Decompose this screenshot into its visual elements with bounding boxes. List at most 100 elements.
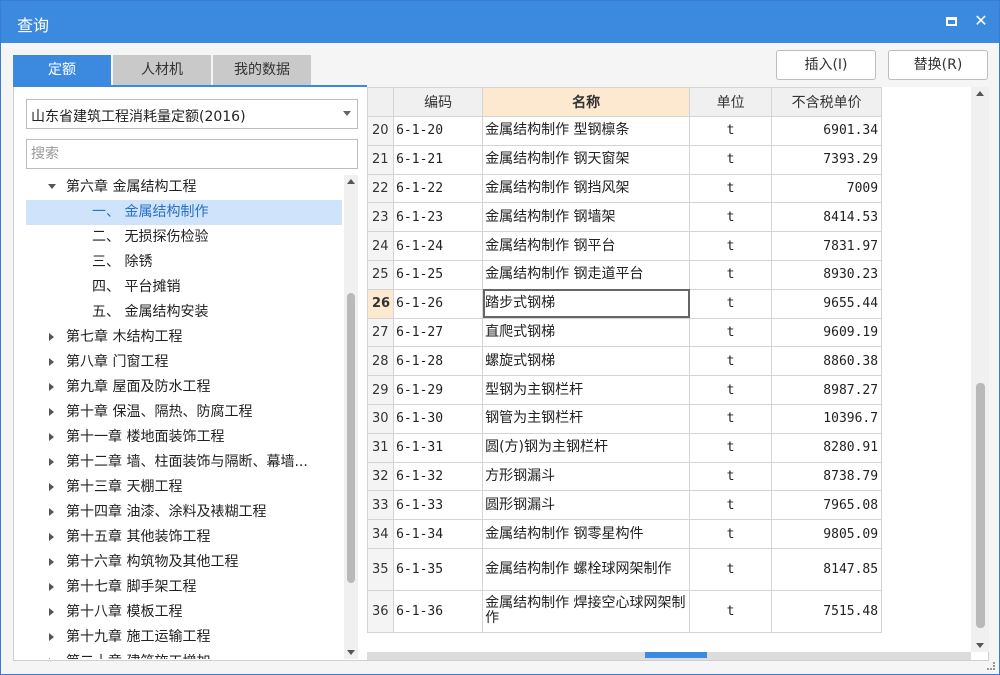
tree-chapter-item[interactable]: 第十一章 楼地面装饰工程 [26, 425, 342, 450]
price-cell[interactable]: 9805.09 [771, 519, 883, 549]
code-cell[interactable]: 6-1-30 [393, 403, 484, 434]
code-cell[interactable]: 6-1-27 [393, 317, 484, 348]
row-number-cell[interactable]: 31 [367, 432, 395, 463]
code-cell[interactable]: 6-1-20 [393, 116, 484, 146]
price-cell[interactable]: 8280.91 [771, 432, 883, 463]
tree-chapter-item[interactable]: 第二十章 建筑施工增加 [26, 650, 342, 659]
tab-quota[interactable]: 定额 [13, 55, 111, 85]
tree-chapter-item[interactable]: 第九章 屋面及防水工程 [26, 375, 342, 400]
price-cell[interactable]: 8147.85 [771, 547, 883, 591]
code-cell[interactable]: 6-1-21 [393, 144, 484, 175]
table-row[interactable]: 25 6-1-25 金属结构制作 钢走道平台 t 8930.23 [367, 259, 883, 290]
price-cell[interactable]: 8738.79 [771, 461, 883, 492]
unit-cell[interactable]: t [689, 375, 773, 405]
row-number-cell[interactable]: 33 [367, 490, 395, 521]
code-cell[interactable]: 6-1-25 [393, 259, 484, 290]
table-row[interactable]: 23 6-1-23 金属结构制作 钢墙架 t 8414.53 [367, 202, 883, 233]
name-cell[interactable]: 金属结构制作 钢天窗架 [482, 144, 691, 175]
name-cell[interactable]: 圆形钢漏斗 [482, 490, 691, 521]
table-row[interactable]: 26 6-1-26 踏步式钢梯 t 9655.44 [367, 288, 883, 319]
scroll-down-icon[interactable] [347, 650, 355, 655]
row-number-cell[interactable]: 22 [367, 173, 395, 204]
row-number-cell[interactable]: 28 [367, 346, 395, 377]
price-cell[interactable]: 7393.29 [771, 144, 883, 175]
price-cell[interactable]: 7009 [771, 173, 883, 204]
tree-section-item[interactable]: 三、 除锈 [26, 250, 342, 275]
code-cell[interactable]: 6-1-32 [393, 461, 484, 492]
tree-chapter-item[interactable]: 第十二章 墙、柱面装饰与隔断、幕墙... [26, 450, 342, 475]
unit-cell[interactable]: t [689, 173, 773, 204]
expand-right-icon[interactable] [49, 608, 54, 616]
unit-cell[interactable]: t [689, 403, 773, 434]
row-number-cell[interactable]: 30 [367, 403, 395, 434]
expand-right-icon[interactable] [49, 583, 54, 591]
unit-cell[interactable]: t [689, 144, 773, 175]
code-cell[interactable]: 6-1-24 [393, 231, 484, 261]
expand-right-icon[interactable] [49, 458, 54, 466]
expand-right-icon[interactable] [49, 433, 54, 441]
unit-cell[interactable]: t [689, 490, 773, 521]
code-cell[interactable]: 6-1-22 [393, 173, 484, 204]
name-cell[interactable]: 金属结构制作 钢挡风架 [482, 173, 691, 204]
row-number-cell[interactable]: 25 [367, 259, 395, 290]
title-bar[interactable]: 查询 ✕ [1, 1, 999, 43]
unit-cell[interactable]: t [689, 259, 773, 290]
tree-scrollbar[interactable] [344, 175, 358, 659]
tab-my-data[interactable]: 我的数据 [213, 55, 311, 85]
name-cell[interactable]: 方形钢漏斗 [482, 461, 691, 492]
name-cell[interactable]: 金属结构制作 螺栓球网架制作 [482, 547, 691, 591]
table-row[interactable]: 36 6-1-36 金属结构制作 焊接空心球网架制作 t 7515.48 [367, 589, 883, 633]
row-number-cell[interactable]: 36 [367, 589, 395, 633]
insert-button[interactable]: 插入(I) [776, 50, 876, 80]
name-cell[interactable]: 螺旋式钢梯 [482, 346, 691, 377]
name-cell[interactable]: 金属结构制作 钢零星构件 [482, 519, 691, 549]
grid-horizontal-scrollbar[interactable] [367, 652, 971, 660]
row-number-cell[interactable]: 34 [367, 519, 395, 549]
unit-cell[interactable]: t [689, 116, 773, 146]
tree-section-item[interactable]: 四、 平台摊销 [26, 275, 342, 300]
row-number-cell[interactable]: 32 [367, 461, 395, 492]
tree-chapter-item[interactable]: 第十五章 其他装饰工程 [26, 525, 342, 550]
code-cell[interactable]: 6-1-35 [393, 547, 484, 591]
tree-chapter-item[interactable]: 第十七章 脚手架工程 [26, 575, 342, 600]
expand-right-icon[interactable] [49, 658, 54, 659]
unit-cell[interactable]: t [689, 519, 773, 549]
expand-right-icon[interactable] [49, 333, 54, 341]
tree-chapter-item[interactable]: 第十章 保温、隔热、防腐工程 [26, 400, 342, 425]
price-cell[interactable]: 8930.23 [771, 259, 883, 290]
name-column-header[interactable]: 名称 [482, 87, 691, 117]
quota-library-select[interactable]: 山东省建筑工程消耗量定额(2016) [26, 99, 358, 129]
scroll-thumb[interactable] [976, 383, 985, 628]
unit-cell[interactable]: t [689, 547, 773, 591]
row-number-cell[interactable]: 29 [367, 375, 395, 405]
tree-chapter-item[interactable]: 第七章 木结构工程 [26, 325, 342, 350]
code-cell[interactable]: 6-1-28 [393, 346, 484, 377]
price-cell[interactable]: 9609.19 [771, 317, 883, 348]
scroll-up-icon[interactable] [976, 91, 984, 96]
name-cell[interactable]: 金属结构制作 钢平台 [482, 231, 691, 261]
unit-cell[interactable]: t [689, 432, 773, 463]
expand-right-icon[interactable] [49, 558, 54, 566]
unit-cell[interactable]: t [689, 346, 773, 377]
table-row[interactable]: 27 6-1-27 直爬式钢梯 t 9609.19 [367, 317, 883, 348]
tree-chapter-item[interactable]: 第十三章 天棚工程 [26, 475, 342, 500]
tree-chapter-item[interactable]: 第十八章 模板工程 [26, 600, 342, 625]
chevron-down-icon[interactable] [343, 111, 351, 116]
price-cell[interactable]: 9655.44 [771, 288, 883, 319]
table-row[interactable]: 35 6-1-35 金属结构制作 螺栓球网架制作 t 8147.85 [367, 547, 883, 591]
maximize-icon[interactable] [939, 9, 963, 33]
tree-chapter-item[interactable]: 第十九章 施工运输工程 [26, 625, 342, 650]
table-row[interactable]: 21 6-1-21 金属结构制作 钢天窗架 t 7393.29 [367, 144, 883, 175]
tree-section-item[interactable]: 五、 金属结构安装 [26, 300, 342, 325]
expand-down-icon[interactable] [48, 184, 56, 189]
tree-chapter-item[interactable]: 第十四章 油漆、涂料及裱糊工程 [26, 500, 342, 525]
table-row[interactable]: 22 6-1-22 金属结构制作 钢挡风架 t 7009 [367, 173, 883, 204]
expand-right-icon[interactable] [49, 358, 54, 366]
resize-grip-icon[interactable] [987, 662, 995, 670]
grid-vertical-scrollbar[interactable] [971, 87, 989, 652]
name-cell[interactable]: 型钢为主钢栏杆 [482, 375, 691, 405]
row-number-cell[interactable]: 27 [367, 317, 395, 348]
name-cell[interactable]: 金属结构制作 焊接空心球网架制作 [482, 589, 691, 633]
row-number-cell[interactable]: 26 [367, 288, 395, 319]
price-cell[interactable]: 8860.38 [771, 346, 883, 377]
